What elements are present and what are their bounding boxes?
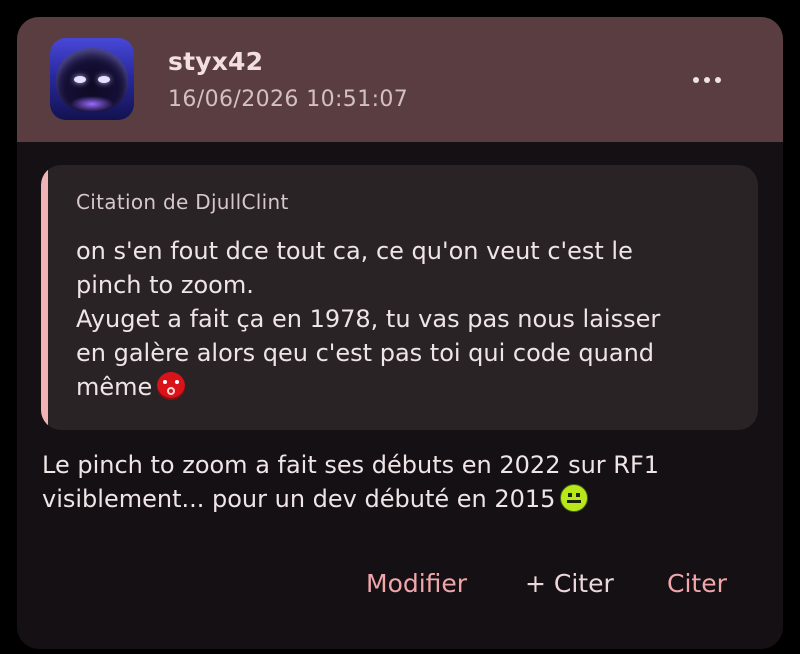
quote-button[interactable]: Citer bbox=[667, 562, 727, 606]
avatar-eye-right bbox=[98, 76, 110, 83]
avatar-glow bbox=[70, 96, 114, 112]
quote-line-text: même bbox=[76, 373, 153, 401]
more-dot bbox=[715, 77, 721, 83]
post-header: styx42 16/06/2026 10:51:07 bbox=[17, 17, 783, 142]
angry-face-emoji-icon bbox=[157, 372, 186, 400]
more-options-icon[interactable] bbox=[688, 65, 726, 95]
post-timestamp: 16/06/2026 10:51:07 bbox=[168, 87, 409, 112]
quote-line: Ayuget a fait ça en 1978, tu vas pas nou… bbox=[76, 305, 661, 333]
quote-line: pinch to zoom. bbox=[76, 271, 254, 299]
add-quote-button[interactable]: + Citer bbox=[525, 562, 614, 606]
avatar[interactable] bbox=[50, 38, 134, 120]
smile-face-emoji-icon bbox=[560, 484, 589, 512]
body-line: Le pinch to zoom a fait ses débuts en 20… bbox=[42, 451, 660, 479]
post-body: Le pinch to zoom a fait ses débuts en 20… bbox=[42, 448, 762, 516]
quote-block: Citation de DjullClint on s'en fout dce … bbox=[41, 165, 758, 430]
quote-line: on s'en fout dce tout ca, ce qu'on veut … bbox=[76, 237, 633, 265]
post-actions: Modifier + Citer Citer bbox=[17, 562, 783, 606]
post-card: styx42 16/06/2026 10:51:07 Citation de D… bbox=[17, 17, 783, 649]
avatar-eye-left bbox=[74, 76, 86, 83]
quote-accent-bar bbox=[41, 165, 48, 430]
more-dot bbox=[704, 77, 710, 83]
quote-text: on s'en fout dce tout ca, ce qu'on veut … bbox=[76, 234, 746, 404]
quote-author-label: Citation de DjullClint bbox=[76, 190, 289, 214]
edit-button[interactable]: Modifier bbox=[366, 562, 467, 606]
quote-line: en galère alors qeu c'est pas toi qui co… bbox=[76, 339, 655, 367]
author-username[interactable]: styx42 bbox=[168, 47, 263, 76]
body-line-last: visiblement... pour un dev débuté en 201… bbox=[42, 482, 762, 516]
quote-line-last: même bbox=[76, 370, 746, 404]
more-dot bbox=[693, 77, 699, 83]
body-line-text: visiblement... pour un dev débuté en 201… bbox=[42, 485, 556, 513]
